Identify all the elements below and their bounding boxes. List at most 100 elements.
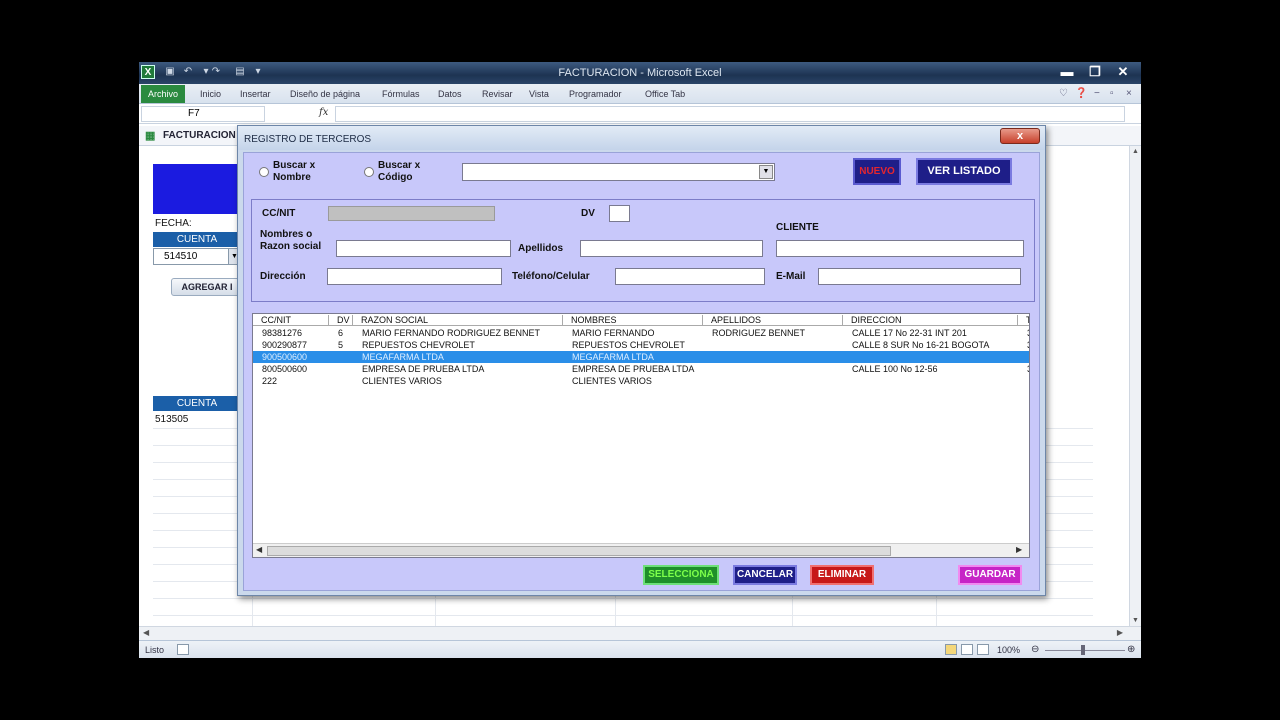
tab-diseno-pagina[interactable]: Diseño de página <box>290 89 360 99</box>
chevron-down-icon[interactable]: ▼ <box>759 165 773 179</box>
normal-view-icon[interactable] <box>945 644 957 655</box>
tab-revisar[interactable]: Revisar <box>482 89 513 99</box>
list-cell: MEGAFARMA LTDA <box>572 352 654 362</box>
zoom-slider-thumb[interactable] <box>1081 645 1085 655</box>
nombres-field[interactable] <box>336 240 511 257</box>
terceros-list[interactable]: CC/NIT DV RAZON SOCIAL NOMBRES APELLIDOS DIRE… <box>252 313 1030 558</box>
close-button[interactable]: ✕ <box>1109 63 1137 81</box>
list-cell <box>1018 375 1029 387</box>
cancelar-button[interactable]: CANCELAR <box>733 565 797 585</box>
scroll-left-icon[interactable]: ◀ <box>256 545 262 554</box>
workbook-tab-facturacion[interactable]: FACTURACION <box>163 130 236 141</box>
cuenta-header: CUENTA <box>153 232 241 247</box>
window-title: FACTURACION - Microsoft Excel <box>558 67 722 79</box>
function-icon[interactable]: fx <box>319 107 328 118</box>
zoom-slider[interactable] <box>1045 650 1125 651</box>
macro-record-icon[interactable] <box>177 644 189 655</box>
cuenta-combo[interactable]: 514510 ▼ <box>153 248 241 265</box>
list-column-header[interactable]: DIRECCION <box>843 315 1018 326</box>
buscar-nombre-label: Buscar x Nombre <box>273 160 315 184</box>
list-item[interactable]: 900290877 5 REPUESTOS CHEVROLET REPUESTOS C… <box>253 339 1029 351</box>
zoom-out-icon[interactable]: ⊖ <box>1031 644 1039 655</box>
buscar-codigo-radio[interactable] <box>364 167 374 177</box>
list-cell: EMPRESA DE PRUEBA LTDA <box>572 364 695 374</box>
list-cell: CALLE 8 SUR No 16-21 BOGOTA <box>852 340 990 350</box>
formula-input[interactable] <box>335 106 1125 122</box>
horizontal-scrollbar[interactable]: ◀ ▶ <box>139 626 1141 640</box>
list-cell <box>843 375 1018 387</box>
telefono-field[interactable] <box>615 268 765 285</box>
eliminar-button[interactable]: ELIMINAR <box>810 565 874 585</box>
tab-formulas[interactable]: Fórmulas <box>382 89 420 99</box>
scroll-up-icon[interactable]: ▲ <box>1132 148 1139 155</box>
seleccionar-button[interactable]: SELECCIONA <box>643 565 719 585</box>
search-combo[interactable]: ▼ <box>462 163 775 181</box>
scroll-left-icon[interactable]: ◀ <box>143 628 149 637</box>
tab-vista[interactable]: Vista <box>529 89 549 99</box>
list-cell <box>329 363 353 375</box>
list-cell: RODRIGUEZ BENNET <box>712 328 806 338</box>
scroll-right-icon[interactable]: ▶ <box>1016 545 1022 554</box>
restore-button[interactable]: ❐ <box>1081 63 1109 81</box>
list-item[interactable]: 222 CLIENTES VARIOS CLIENTES VARIOS <box>253 375 1029 387</box>
agregar-button[interactable]: AGREGAR I <box>171 278 243 296</box>
list-item[interactable]: 800500600 EMPRESA DE PRUEBA LTDA EMPRESA D… <box>253 363 1029 375</box>
list-column-header[interactable]: CC/NIT <box>253 315 329 326</box>
zoom-in-icon[interactable]: ⊕ <box>1127 644 1135 655</box>
name-box[interactable]: F7 <box>141 106 265 122</box>
list-column-header[interactable]: NOMBRES <box>563 315 703 326</box>
list-cell <box>1018 351 1029 363</box>
minimize-button[interactable]: ▬ <box>1053 63 1081 81</box>
dv-field[interactable] <box>609 205 630 222</box>
list-item[interactable]: 98381276 6 MARIO FERNANDO RODRIGUEZ BENNET… <box>253 327 1029 339</box>
list-column-header[interactable]: DV <box>329 315 353 326</box>
email-label: E-Mail <box>776 271 806 282</box>
tab-inicio[interactable]: Inicio <box>200 89 221 99</box>
list-cell: 6 <box>338 328 344 338</box>
tab-archivo[interactable]: Archivo <box>141 85 185 103</box>
cliente-label: CLIENTE <box>776 222 819 233</box>
list-column-header[interactable]: T <box>1018 315 1029 326</box>
tab-programador[interactable]: Programador <box>569 89 622 99</box>
ribbon-collapse-icon[interactable]: ♡ <box>1059 88 1068 99</box>
scroll-right-icon[interactable]: ▶ <box>1117 628 1123 637</box>
scroll-down-icon[interactable]: ▼ <box>1132 617 1139 624</box>
buscar-codigo-label: Buscar x Código <box>378 160 420 184</box>
direccion-label: Dirección <box>260 271 306 282</box>
ver-listado-button[interactable]: VER LISTADO <box>916 158 1012 185</box>
tab-office-tab[interactable]: Office Tab <box>645 89 685 99</box>
list-cell: 5 <box>338 340 344 350</box>
buscar-nombre-radio[interactable] <box>259 167 269 177</box>
ccnit-field[interactable] <box>328 206 495 221</box>
list-cell: 3 <box>1018 339 1029 351</box>
direccion-field[interactable] <box>327 268 502 285</box>
guardar-button[interactable]: GUARDAR <box>958 565 1022 585</box>
list-column-header[interactable]: APELLIDOS <box>703 315 843 326</box>
cliente-field[interactable] <box>776 240 1024 257</box>
dialog-close-button[interactable]: x <box>1000 128 1040 144</box>
tab-insertar[interactable]: Insertar <box>240 89 271 99</box>
apellidos-field[interactable] <box>580 240 763 257</box>
cuenta-header-2: CUENTA <box>153 396 241 411</box>
list-horizontal-scrollbar[interactable]: ◀ ▶ <box>253 543 1029 557</box>
scroll-thumb[interactable] <box>267 546 891 556</box>
list-cell <box>703 363 843 375</box>
workbook-minimize-icon[interactable]: − <box>1094 88 1100 99</box>
nombres-label: Nombres o Razon social <box>260 229 321 253</box>
ribbon-tabs: Archivo Inicio Insertar Diseño de página… <box>139 84 1141 104</box>
workbook-close-icon[interactable]: × <box>1126 88 1132 99</box>
tab-datos[interactable]: Datos <box>438 89 462 99</box>
vertical-scrollbar[interactable]: ▲ ▼ <box>1129 146 1141 626</box>
nombres-label-line1: Nombres o <box>260 229 313 240</box>
page-layout-icon[interactable] <box>961 644 973 655</box>
nuevo-button[interactable]: NUEVO <box>853 158 901 185</box>
list-cell <box>329 351 353 363</box>
list-item[interactable]: 900500600 MEGAFARMA LTDA MEGAFARMA LTDA <box>253 351 1029 363</box>
list-column-header[interactable]: RAZON SOCIAL <box>353 315 563 326</box>
help-icon[interactable]: ❓ <box>1075 88 1087 99</box>
page-break-icon[interactable] <box>977 644 989 655</box>
tercero-form-frame: CC/NIT DV CLIENTE Nombres o Razon social… <box>251 199 1035 302</box>
email-field[interactable] <box>818 268 1021 285</box>
dialog-title-bar: REGISTRO DE TERCEROS x <box>238 126 1045 150</box>
workbook-restore-icon[interactable]: ▫ <box>1110 88 1114 99</box>
